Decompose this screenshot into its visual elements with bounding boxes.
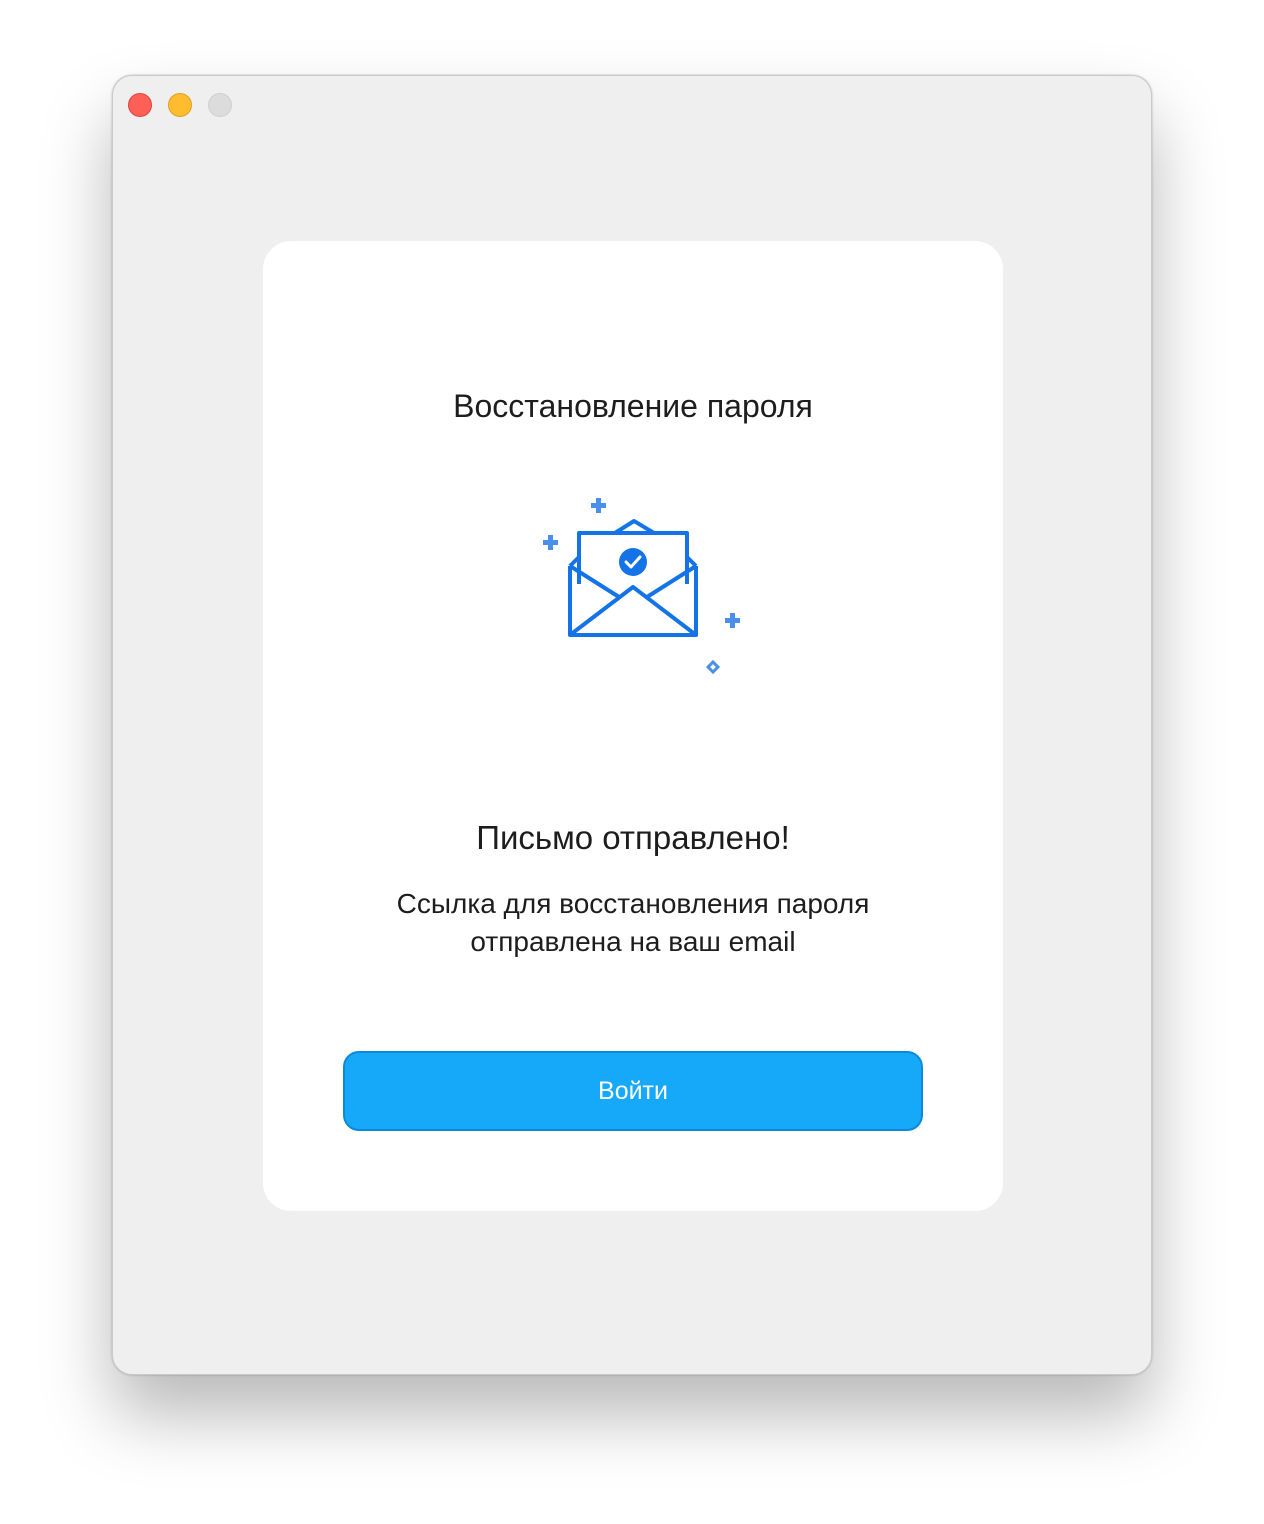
status-message: Ссылка для восстановления пароля отправл… xyxy=(263,885,1003,961)
app-window: Восстановление пароля Письмо отправлено!… xyxy=(112,75,1152,1375)
sparkle-icon xyxy=(725,613,740,628)
window-controls xyxy=(128,93,232,117)
zoom-window-button[interactable] xyxy=(208,93,232,117)
status-message-line: отправлена на ваш email xyxy=(470,926,796,957)
sparkle-icon xyxy=(543,535,558,550)
login-button[interactable]: Войти xyxy=(343,1051,923,1131)
password-recovery-card: Восстановление пароля Письмо отправлено!… xyxy=(263,241,1003,1211)
envelope-with-check-icon xyxy=(533,491,743,681)
status-message-line: Ссылка для восстановления пароля xyxy=(396,888,870,919)
page-title: Восстановление пароля xyxy=(453,388,813,424)
sparkle-icon xyxy=(705,659,721,675)
close-window-button[interactable] xyxy=(128,93,152,117)
status-heading: Письмо отправлено! xyxy=(476,819,790,856)
sparkle-icon xyxy=(591,498,606,513)
minimize-window-button[interactable] xyxy=(168,93,192,117)
